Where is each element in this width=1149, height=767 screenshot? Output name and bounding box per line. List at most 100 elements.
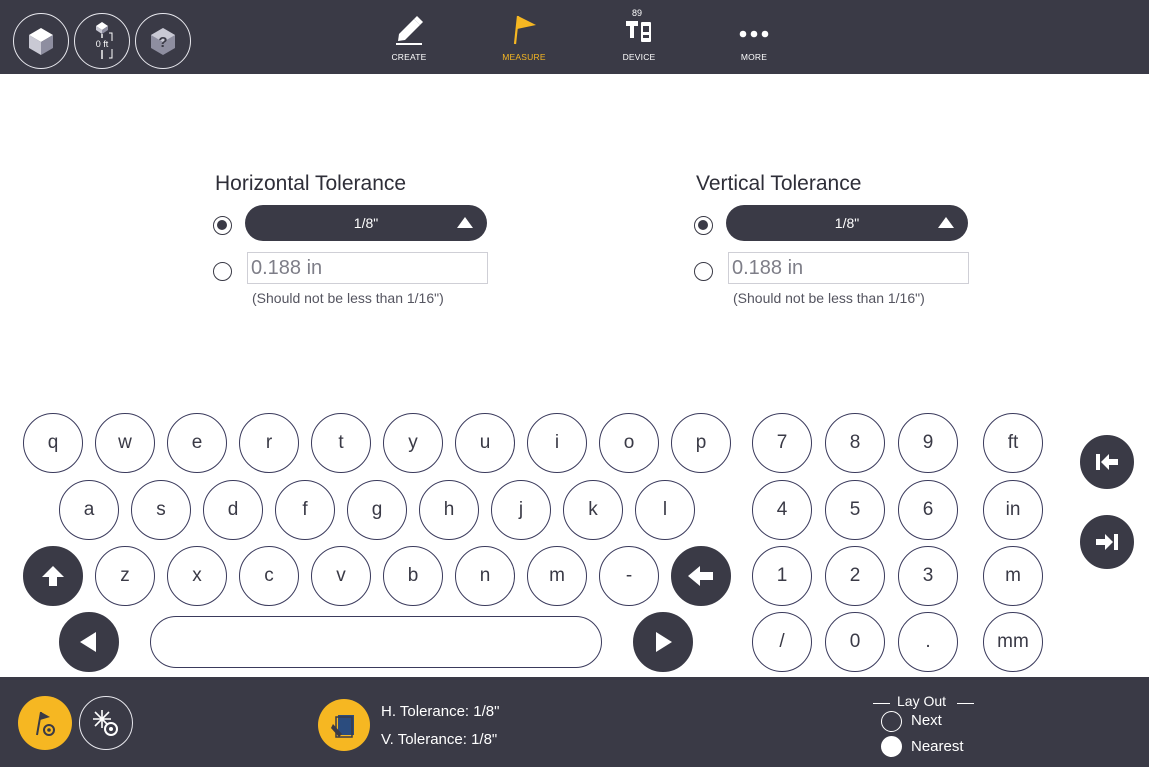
cursor-right-key[interactable]: [633, 612, 693, 672]
key-1[interactable]: 1: [752, 546, 812, 606]
vertical-preset-value: 1/8": [834, 215, 860, 231]
laser-settings-button[interactable]: [79, 696, 133, 750]
key-g[interactable]: g: [347, 480, 407, 540]
unit-key-m[interactable]: m: [983, 546, 1043, 606]
key-5[interactable]: 5: [825, 480, 885, 540]
key-s[interactable]: s: [131, 480, 191, 540]
device-badge: 89: [632, 8, 643, 18]
horizontal-preset-radio[interactable]: [213, 216, 232, 235]
key-a[interactable]: a: [59, 480, 119, 540]
tolerance-button[interactable]: [318, 699, 370, 751]
key-2[interactable]: 2: [825, 546, 885, 606]
key-j[interactable]: j: [491, 480, 551, 540]
jump-to-end-icon: [1096, 534, 1118, 550]
layout-next-label: Next: [911, 712, 942, 729]
key-x[interactable]: x: [167, 546, 227, 606]
key-i[interactable]: i: [527, 413, 587, 473]
key-t[interactable]: t: [311, 413, 371, 473]
rod-height-icon: 0 ft: [96, 22, 113, 59]
dropdown-arrow-icon: [938, 217, 954, 228]
view-cube-button[interactable]: [13, 13, 69, 69]
tolerance-icon: [331, 715, 354, 738]
bottom-status-bar: H. Tolerance: 1/8" V. Tolerance: 1/8" La…: [0, 677, 1149, 767]
key-u[interactable]: u: [455, 413, 515, 473]
measure-settings-button[interactable]: [18, 696, 72, 750]
layout-title: Lay Out: [897, 693, 947, 709]
key-m[interactable]: m: [527, 546, 587, 606]
layout-divider-left: [873, 703, 890, 704]
key-9[interactable]: 9: [898, 413, 958, 473]
key-z[interactable]: z: [95, 546, 155, 606]
jump-to-start-key[interactable]: [1080, 435, 1134, 489]
vertical-custom-input[interactable]: 0.188 in: [728, 252, 969, 284]
cursor-left-icon: [80, 632, 96, 652]
laser-settings-icon: [93, 710, 118, 736]
key-v[interactable]: v: [311, 546, 371, 606]
dropdown-arrow-icon: [457, 217, 473, 228]
unit-key-in[interactable]: in: [983, 480, 1043, 540]
key-c[interactable]: c: [239, 546, 299, 606]
key-o[interactable]: o: [599, 413, 659, 473]
horizontal-preset-dropdown[interactable]: 1/8": [245, 205, 487, 241]
backspace-icon: [688, 566, 713, 586]
flag-icon: [513, 15, 536, 45]
horizontal-custom-input[interactable]: 0.188 in: [247, 252, 488, 284]
key-h[interactable]: h: [419, 480, 479, 540]
key-p[interactable]: p: [671, 413, 731, 473]
key-e[interactable]: e: [167, 413, 227, 473]
v-tolerance-status: V. Tolerance: 1/8": [381, 731, 498, 748]
vertical-preset-radio[interactable]: [694, 216, 713, 235]
rod-height-button[interactable]: 0 ft: [74, 13, 130, 69]
key-r[interactable]: r: [239, 413, 299, 473]
space-key[interactable]: [150, 616, 602, 668]
nav-more[interactable]: MORE: [709, 10, 799, 68]
measure-settings-icon: [36, 711, 55, 736]
backspace-key[interactable]: [671, 546, 731, 606]
key-b[interactable]: b: [383, 546, 443, 606]
vertical-custom-radio[interactable]: [694, 262, 713, 281]
horizontal-custom-radio[interactable]: [213, 262, 232, 281]
nav-create[interactable]: CREATE: [364, 10, 454, 68]
key-f[interactable]: f: [275, 480, 335, 540]
h-tolerance-status: H. Tolerance: 1/8": [381, 703, 500, 720]
layout-next-radio[interactable]: [881, 711, 902, 732]
unit-key-mm[interactable]: mm: [983, 612, 1043, 672]
nav-more-label: MORE: [740, 52, 768, 62]
key-k[interactable]: k: [563, 480, 623, 540]
nav-measure-label: MEASURE: [502, 52, 546, 62]
view-cube-icon: [29, 28, 53, 55]
svg-text:?: ?: [158, 34, 167, 51]
key-l[interactable]: l: [635, 480, 695, 540]
key-7[interactable]: 7: [752, 413, 812, 473]
vertical-hint: (Should not be less than 1/16"): [733, 290, 925, 306]
key-4[interactable]: 4: [752, 480, 812, 540]
unit-key-ft[interactable]: ft: [983, 413, 1043, 473]
nav-device[interactable]: 89 DEVICE: [594, 8, 684, 68]
key-slash[interactable]: /: [752, 612, 812, 672]
key-n[interactable]: n: [455, 546, 515, 606]
help-icon: ?: [151, 28, 175, 55]
shift-key[interactable]: [23, 546, 83, 606]
horizontal-hint: (Should not be less than 1/16"): [252, 290, 444, 306]
key-8[interactable]: 8: [825, 413, 885, 473]
key-3[interactable]: 3: [898, 546, 958, 606]
vertical-preset-dropdown[interactable]: 1/8": [726, 205, 968, 241]
key-dash[interactable]: -: [599, 546, 659, 606]
jump-to-end-key[interactable]: [1080, 515, 1134, 569]
rod-height-label: 0 ft: [96, 39, 109, 49]
layout-nearest-radio[interactable]: [881, 736, 902, 757]
help-button[interactable]: ?: [135, 13, 191, 69]
key-6[interactable]: 6: [898, 480, 958, 540]
horizontal-preset-value: 1/8": [353, 215, 379, 231]
key-dot[interactable]: .: [898, 612, 958, 672]
nav-device-label: DEVICE: [622, 52, 656, 62]
cursor-right-icon: [656, 632, 672, 652]
cursor-left-key[interactable]: [59, 612, 119, 672]
key-0[interactable]: 0: [825, 612, 885, 672]
key-d[interactable]: d: [203, 480, 263, 540]
key-y[interactable]: y: [383, 413, 443, 473]
nav-measure[interactable]: MEASURE: [479, 10, 569, 68]
layout-nearest-label: Nearest: [911, 738, 964, 755]
key-w[interactable]: w: [95, 413, 155, 473]
key-q[interactable]: q: [23, 413, 83, 473]
